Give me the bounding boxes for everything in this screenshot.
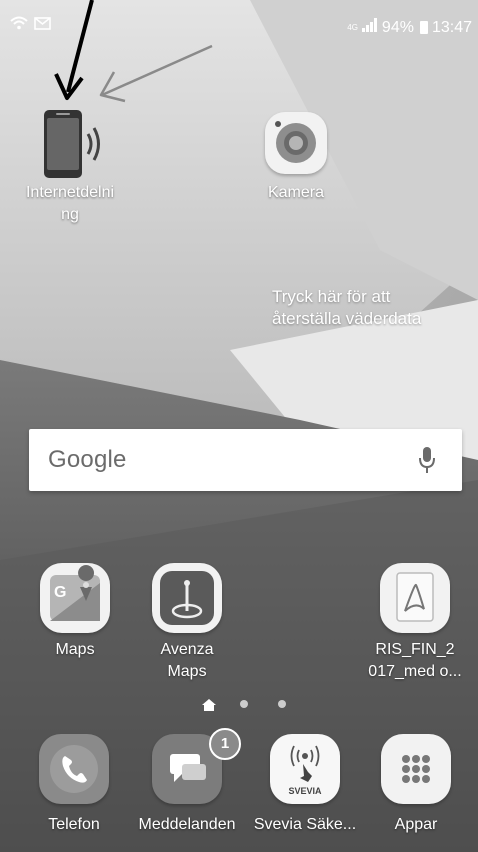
camera-icon [265, 112, 327, 174]
messages-icon: 1 [152, 728, 241, 804]
tethering-icon [8, 108, 132, 182]
svg-text:G: G [54, 584, 66, 601]
svevia-logo: SVEVIA [288, 786, 322, 796]
phone-icon [39, 734, 109, 804]
apps-grid-icon [381, 734, 451, 804]
svevia-icon: SVEVIA [270, 734, 340, 804]
app-label: Internetdelni ng [25, 184, 115, 223]
weather-widget-prompt[interactable]: Tryck här för att återställa väderdata [272, 286, 472, 330]
app-avenza-maps[interactable]: Avenza Maps [136, 563, 238, 683]
app-label: Kamera [267, 184, 325, 201]
dock-meddelanden[interactable]: 1 Meddelanden [128, 728, 246, 836]
app-label: Appar [394, 816, 438, 833]
google-maps-icon: G [40, 563, 110, 633]
app-label: Telefon [48, 816, 100, 833]
app-label: Avenza Maps [160, 641, 214, 680]
page-dot[interactable] [278, 700, 286, 708]
mic-icon[interactable] [418, 446, 436, 479]
avenza-maps-icon [152, 563, 222, 633]
dock-svevia[interactable]: SVEVIA Svevia Säke... [250, 734, 360, 836]
app-ris-fin-pdf[interactable]: RIS_FIN_2 017_med o... [356, 563, 474, 683]
page-dot[interactable] [240, 700, 248, 708]
pdf-icon [380, 563, 450, 633]
app-label: Svevia Säke... [253, 816, 357, 833]
app-label: RIS_FIN_2 017_med o... [368, 641, 462, 680]
google-logo: Google [48, 446, 127, 473]
unread-badge: 1 [209, 728, 241, 760]
app-kamera[interactable]: Kamera [236, 112, 356, 204]
page-indicator [0, 694, 478, 714]
home-screen: 4G 94% 13:47 Internetdelni ng Kamera Try… [0, 0, 478, 852]
app-label: Maps [55, 641, 95, 658]
app-label: Meddelanden [138, 816, 236, 833]
home-icon[interactable] [202, 698, 216, 716]
google-search-bar[interactable]: Google [29, 429, 462, 491]
app-internetdelning[interactable]: Internetdelni ng [8, 108, 132, 226]
dock-telefon[interactable]: Telefon [26, 734, 122, 836]
dock-appar[interactable]: Appar [368, 734, 464, 836]
app-maps[interactable]: G Maps [24, 563, 126, 661]
